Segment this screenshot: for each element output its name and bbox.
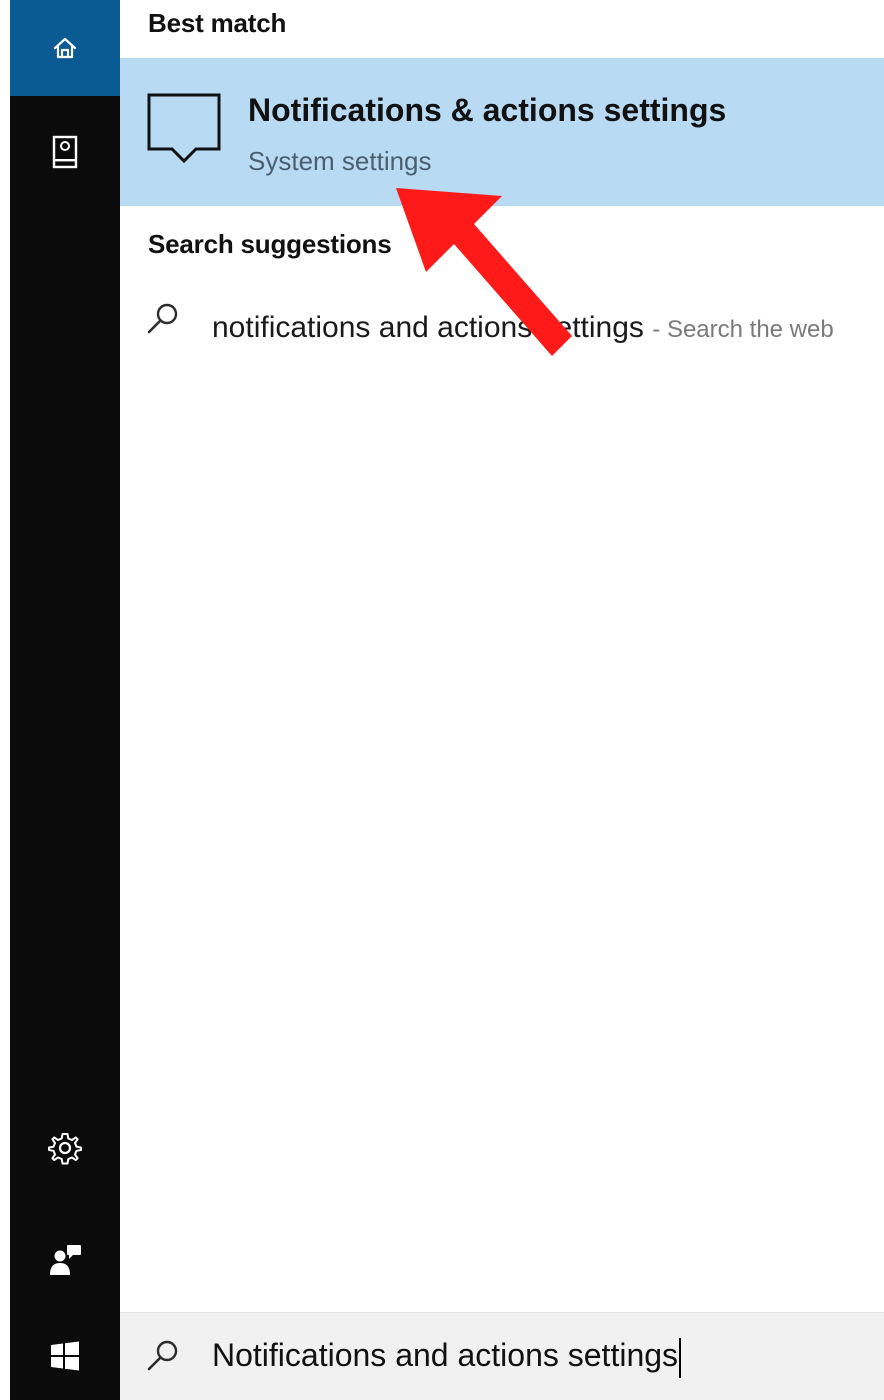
notification-bubble-icon — [147, 93, 221, 164]
home-icon — [53, 37, 77, 59]
search-icon — [147, 303, 178, 334]
left-edge — [0, 0, 10, 1400]
windows-start-icon — [51, 1341, 79, 1371]
best-match-title: Notifications & actions settings — [248, 92, 727, 128]
settings-gear-icon — [48, 1133, 82, 1165]
search-nav-rail — [10, 0, 120, 1400]
best-match-heading: Best match — [148, 8, 287, 38]
home-button[interactable] — [10, 0, 120, 96]
notebook-button[interactable] — [10, 104, 120, 200]
feedback-button[interactable] — [10, 1212, 120, 1308]
start-button[interactable] — [10, 1312, 120, 1400]
search-screen: Best match Notifications & actions setti… — [0, 0, 884, 1400]
search-suggestions-heading: Search suggestions — [148, 229, 392, 259]
best-match-subtitle: System settings — [248, 146, 432, 176]
search-box[interactable]: Notifications and actions settings — [120, 1312, 884, 1400]
search-input-value: Notifications and actions settings — [212, 1337, 679, 1373]
notebook-icon — [52, 135, 78, 169]
search-input[interactable]: Notifications and actions settings — [212, 1333, 682, 1378]
feedback-icon — [50, 1245, 81, 1275]
search-box-search-icon — [147, 1340, 178, 1371]
text-caret — [679, 1337, 682, 1378]
settings-button[interactable] — [10, 1100, 120, 1196]
search-web-hint: - Search the web — [652, 316, 834, 343]
red-annotation-arrow — [396, 188, 572, 356]
